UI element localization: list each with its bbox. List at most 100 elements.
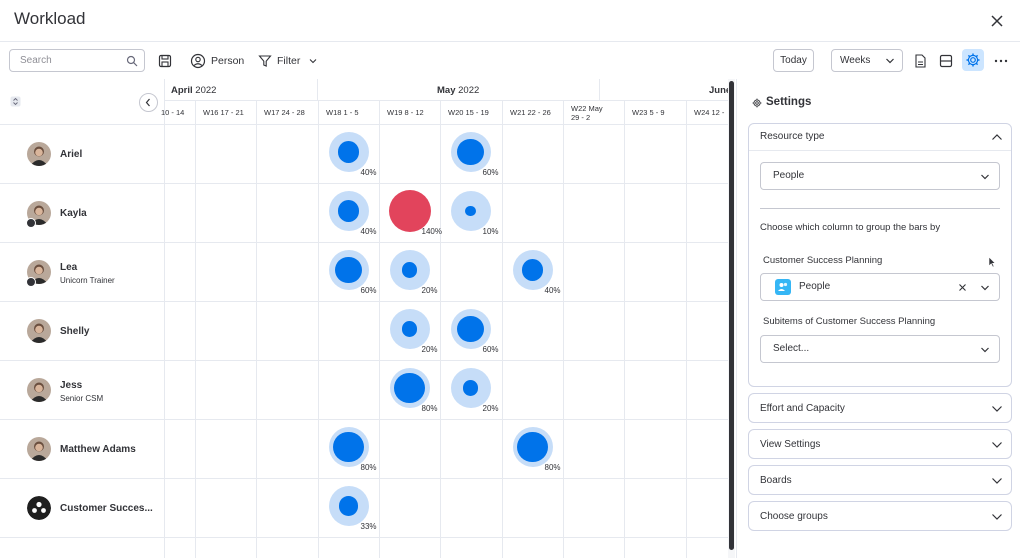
allocation-percent: 20% (421, 345, 438, 354)
save-icon[interactable] (157, 53, 173, 69)
allocation-fill (337, 141, 360, 163)
grid-column-line (195, 101, 196, 558)
person-name: Customer Succes... (60, 503, 153, 514)
week-label: W23 5 - 9 (632, 108, 665, 117)
collapse-button[interactable] (139, 93, 158, 112)
mouse-cursor-icon (988, 256, 996, 268)
filter-icon (258, 54, 272, 67)
today-button[interactable]: Today (773, 49, 814, 72)
layout-icon[interactable] (938, 53, 954, 69)
timeline: April 2022 May 2022 June 10 - 14 W16 17 -… (161, 79, 735, 558)
grid-column-line (502, 101, 503, 558)
choose-groups-section[interactable]: Choose groups (748, 501, 1012, 531)
clear-icon[interactable] (958, 283, 967, 292)
week-label: W20 15 - 19 (448, 108, 489, 117)
timescale-select[interactable]: Weeks (831, 49, 903, 72)
chevron-down-icon (992, 406, 1002, 412)
person-row[interactable]: Shelly (0, 302, 165, 361)
allocation-percent: 80% (544, 463, 561, 472)
person-icon (190, 53, 206, 68)
resource-type-select[interactable]: People (760, 162, 1000, 190)
allocation-percent: 40% (360, 168, 377, 177)
week-label: W18 1 - 5 (326, 108, 359, 117)
allocation-fill (457, 315, 484, 343)
resource-type-header[interactable]: Resource type (760, 131, 824, 142)
allocation-fill (337, 200, 360, 222)
allocation-percent: 40% (544, 286, 561, 295)
more-options-icon[interactable] (993, 53, 1009, 69)
board-column-select[interactable]: People (760, 273, 1000, 301)
allocation-fill (462, 380, 479, 396)
view-settings-section[interactable]: View Settings (748, 429, 1012, 459)
export-icon[interactable] (912, 53, 928, 69)
timescale-value: Weeks (840, 55, 871, 66)
allocation-percent: 40% (360, 227, 377, 236)
close-icon[interactable] (986, 10, 1008, 32)
month-label: May 2022 (437, 85, 480, 96)
person-row[interactable]: Matthew Adams (0, 420, 165, 479)
person-row[interactable]: Customer Succes... (0, 479, 165, 538)
people-column-header (0, 79, 164, 125)
allocation-percent: 20% (421, 286, 438, 295)
grid-row-line (165, 419, 735, 420)
sort-icon[interactable] (10, 96, 21, 107)
filter-button[interactable]: Filter (258, 49, 318, 72)
board-column-value: People (799, 281, 831, 292)
grid-column-line (686, 101, 687, 558)
boards-section[interactable]: Boards (748, 465, 1012, 495)
avatar (27, 496, 51, 520)
search-icon[interactable] (126, 55, 138, 67)
subitems-select[interactable]: Select... (760, 335, 1000, 363)
chevron-down-icon (992, 478, 1002, 484)
person-role: Unicorn Trainer (60, 276, 115, 285)
person-filter-button[interactable]: Person (190, 49, 244, 72)
people-column-icon (775, 279, 791, 295)
grid-column-line (440, 101, 441, 558)
allocation-percent: 10% (482, 227, 499, 236)
overallocation-bubble[interactable] (388, 190, 431, 232)
avatar (27, 437, 51, 461)
resource-type-value: People (773, 170, 805, 181)
chevron-left-icon (145, 98, 150, 107)
month-label: April 2022 (171, 85, 217, 96)
effort-capacity-section[interactable]: Effort and Capacity (748, 393, 1012, 423)
settings-title: Settings (766, 96, 812, 108)
search-box[interactable] (9, 49, 145, 72)
allocation-fill (401, 262, 418, 278)
avatar (27, 378, 51, 402)
filter-label: Filter (277, 54, 301, 67)
week-header: 10 - 14 W16 17 - 21 W17 24 - 28 W18 1 - 5 W1… (161, 101, 735, 125)
search-input[interactable] (20, 50, 130, 71)
person-row[interactable]: Lea Unicorn Trainer (0, 243, 165, 302)
grid-row-line (165, 242, 735, 243)
allocation-fill (401, 321, 418, 337)
person-row[interactable]: Ariel (0, 125, 165, 184)
people-column: Ariel Kayla Lea Unicorn Trainer Shelly Jess Se… (0, 79, 165, 558)
person-name: Kayla (60, 208, 87, 219)
vertical-scrollbar[interactable] (728, 79, 735, 558)
chevron-down-icon (981, 285, 989, 291)
section-label: Boards (760, 475, 792, 486)
person-name: Jess (60, 380, 83, 391)
board-label: Customer Success Planning (763, 255, 883, 266)
person-name: Shelly (60, 326, 90, 337)
person-row[interactable]: Kayla (0, 184, 165, 243)
person-filter-label: Person (211, 54, 245, 67)
allocation-fill (335, 256, 362, 284)
allocation-fill (517, 431, 548, 463)
grid-row-line (165, 183, 735, 184)
grid-row-line (165, 537, 735, 538)
avatar (27, 319, 51, 343)
week-label: W24 12 - (694, 108, 725, 117)
person-role: Senior CSM (60, 394, 104, 403)
week-label: W19 8 - 12 (387, 108, 424, 117)
person-row[interactable]: Jess Senior CSM (0, 361, 165, 420)
chevron-up-icon[interactable] (991, 133, 1003, 141)
allocation-fill (521, 259, 544, 281)
grid-column-line (624, 101, 625, 558)
settings-button[interactable] (962, 49, 984, 71)
scrollbar-thumb[interactable] (729, 81, 734, 550)
avatar (27, 142, 51, 166)
grid-row-line (165, 478, 735, 479)
subitems-label: Subitems of Customer Success Planning (763, 316, 936, 327)
